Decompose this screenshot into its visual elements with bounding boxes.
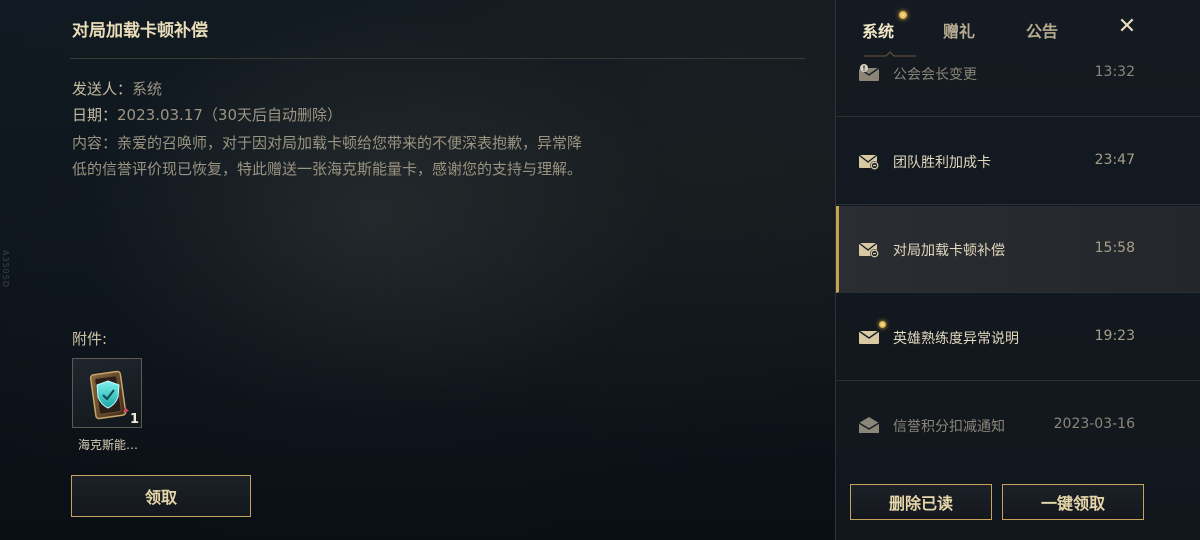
attachment-count: 1 [129,412,139,427]
mail-time: 19:23 [1094,328,1135,344]
notice-mail-icon [858,64,880,81]
sender-label: 发送人： [72,80,133,98]
mail-subject: 公会会长变更 [893,67,977,83]
mail-time: 15:58 [1094,240,1135,256]
mail-list-item[interactable]: 团队胜利加成卡 23:47 [836,118,1200,205]
mail-list-item[interactable]: 公会会长变更 13:32 [836,58,1200,117]
attachment-mail-icon [858,242,879,258]
mail-detail: 对局加载卡顿补偿 发送人：系统 日期：2023.03.17（30天后自动删除） … [0,0,835,540]
date-label: 日期： [72,106,118,124]
mail-tabs: 系统 赠礼 公告 ✕ [836,0,1200,58]
mail-time: 13:32 [1094,64,1135,80]
opened-mail-icon [858,417,880,433]
content-line: 内容：亲爱的召唤师，对于因对局加载卡顿给您带来的不便深表抱歉，异常降 [72,134,583,152]
mail-subject: 对局加载卡顿补偿 [893,243,1005,259]
mail-list-item-selected[interactable]: 对局加载卡顿补偿 15:58 [836,206,1200,293]
tab-system[interactable]: 系统 [862,18,894,42]
tab-announcements[interactable]: 公告 [1026,18,1058,42]
mail-title: 对局加载卡顿补偿 [72,21,208,41]
delete-read-button[interactable]: 删除已读 [850,484,992,520]
mail-subject: 信誉积分扣减通知 [893,419,1005,435]
unread-mail-icon [858,330,880,344]
attachment-name: 海克斯能… [77,438,138,452]
active-tab-indicator [864,51,916,57]
tab-system-unread-dot [899,11,907,19]
title-divider [70,58,805,59]
date-value: 2023.03.17（30天后自动删除） [117,106,342,124]
tab-gifts[interactable]: 赠礼 [943,18,975,42]
mail-content: 内容：亲爱的召唤师，对于因对局加载卡顿给您带来的不便深表抱歉，异常降 低的信誉评… [72,130,612,182]
claim-all-button[interactable]: 一键领取 [1002,484,1144,520]
unread-dot [879,321,886,328]
mail-subject: 英雄熟练度异常说明 [893,331,1019,347]
content-line: 低的信誉评价现已恢复，特此赠送一张海克斯能量卡，感谢您的支持与理解。 [72,160,583,178]
mail-list: 公会会长变更 13:32 团队胜利加成卡 23:47 对局加载卡顿补偿 15:5… [836,58,1200,468]
mail-time: 23:47 [1094,152,1135,168]
mail-subject: 团队胜利加成卡 [893,155,991,171]
attachment-label: 附件: [72,330,108,348]
sender-row: 发送人：系统 [72,78,162,99]
mail-list-item[interactable]: 信誉积分扣减通知 2023-03-16 [836,382,1200,468]
attachment-item-slot[interactable]: 1 [72,358,142,428]
mail-panel: 系统 赠礼 公告 ✕ 公会会长变更 13:32 团队胜利加成卡 23:47 对局… [835,0,1200,540]
claim-button[interactable]: 领取 [71,475,251,517]
mail-time: 2023-03-16 [1053,416,1135,432]
mail-list-item[interactable]: 英雄熟练度异常说明 19:23 [836,294,1200,381]
close-icon[interactable]: ✕ [1116,16,1138,38]
date-row: 日期：2023.03.17（30天后自动删除） [72,104,342,125]
attachment-mail-icon [858,154,879,170]
sender-value: 系统 [132,80,163,98]
